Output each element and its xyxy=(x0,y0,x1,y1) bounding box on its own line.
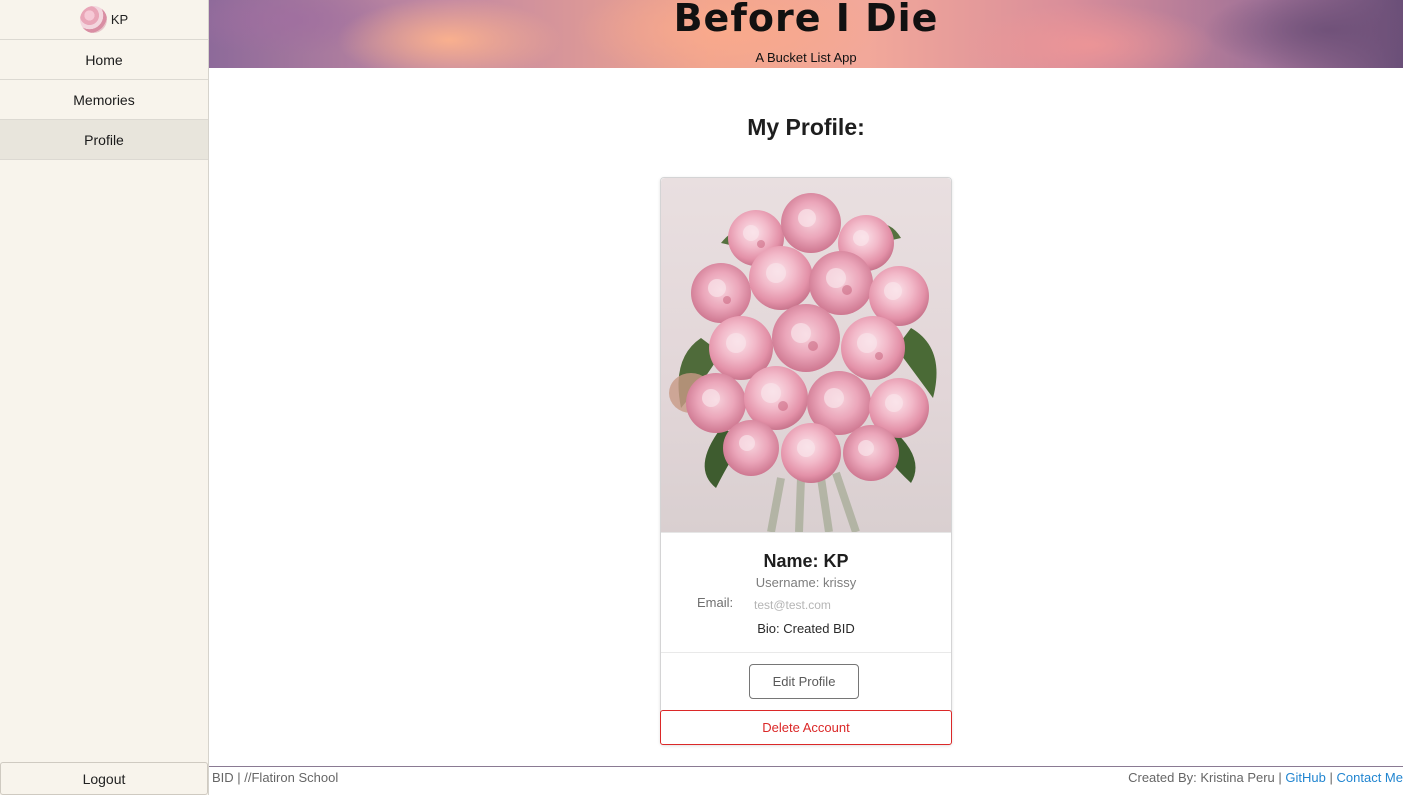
header-banner: Before I Die A Bucket List App xyxy=(209,0,1403,68)
footer-left-text: BID | //Flatiron School xyxy=(212,770,339,785)
edit-profile-button[interactable]: Edit Profile xyxy=(749,664,859,699)
delete-account-button[interactable]: Delete Account xyxy=(660,710,952,745)
app-title: Before I Die xyxy=(673,0,939,40)
logout-button[interactable]: Logout xyxy=(0,762,208,795)
user-initials: KP xyxy=(110,12,129,27)
avatar xyxy=(79,6,107,33)
app-subtitle: A Bucket List App xyxy=(755,50,857,65)
logout-label: Logout xyxy=(82,770,126,787)
edit-profile-label: Edit Profile xyxy=(772,674,836,689)
sidebar-item-memories[interactable]: Memories xyxy=(0,80,208,120)
footer-separator: | xyxy=(1329,770,1333,785)
sidebar-item-profile[interactable]: Profile xyxy=(0,120,208,160)
sidebar: KP Home Memories Profile Logout xyxy=(0,0,209,795)
profile-name: Name: KP xyxy=(763,551,849,571)
profile-bio: Bio: Created BID xyxy=(757,621,855,636)
sidebar-item-label: Profile xyxy=(84,131,124,148)
profile-image xyxy=(661,178,951,532)
peony-bouquet-image xyxy=(669,193,937,532)
github-link[interactable]: GitHub xyxy=(1285,770,1325,785)
sidebar-item-home[interactable]: Home xyxy=(0,40,208,80)
delete-account-label: Delete Account xyxy=(762,720,850,735)
page-title: My Profile: xyxy=(747,114,865,140)
profile-card: Name: KP Username: krissy Email: test@te… xyxy=(660,177,952,745)
profile-email-value: test@test.com xyxy=(754,598,831,612)
contact-link[interactable]: Contact Me xyxy=(1337,770,1403,785)
sidebar-item-label: Home xyxy=(85,51,123,68)
sidebar-user[interactable]: KP xyxy=(0,0,208,40)
footer: BID | //Flatiron School Created By: Kris… xyxy=(209,766,1403,795)
profile-details: Name: KP Username: krissy Email: test@te… xyxy=(661,532,951,653)
profile-username: Username: krissy xyxy=(755,575,857,590)
footer-credit: Created By: Kristina Peru | xyxy=(1128,770,1282,785)
profile-email-label: Email: xyxy=(697,595,734,610)
sidebar-item-label: Memories xyxy=(73,91,135,108)
footer-right: Created By: Kristina Peru | GitHub | Con… xyxy=(1128,770,1403,785)
